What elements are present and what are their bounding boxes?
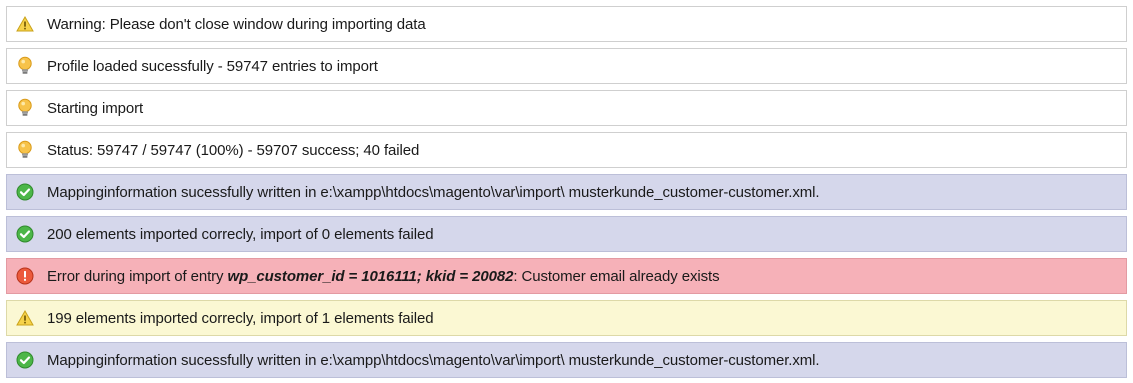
lightbulb-icon bbox=[15, 140, 35, 160]
message-row-notice: Starting import bbox=[6, 90, 1127, 126]
message-row-success: 200 elements imported correcly, import o… bbox=[6, 216, 1127, 252]
message-row-error: Error during import of entry wp_customer… bbox=[6, 258, 1127, 294]
message-suffix: : Customer email already exists bbox=[513, 267, 720, 285]
message-row-success: Mappinginformation sucessfully written i… bbox=[6, 342, 1127, 378]
message-row-warning-notice: Warning: Please don't close window durin… bbox=[6, 6, 1127, 42]
message-text: Starting import bbox=[47, 99, 144, 117]
message-text: Mappinginformation sucessfully written i… bbox=[47, 183, 820, 201]
lightbulb-icon bbox=[15, 56, 35, 76]
message-text: Status: 59747 / 59747 (100%) - 59707 suc… bbox=[47, 141, 420, 159]
message-text: Warning: Please don't close window durin… bbox=[47, 15, 426, 33]
warning-icon bbox=[15, 308, 35, 328]
check-circle-icon bbox=[15, 224, 35, 244]
message-text: Mappinginformation sucessfully written i… bbox=[47, 351, 820, 369]
check-circle-icon bbox=[15, 350, 35, 370]
message-text: 200 elements imported correcly, import o… bbox=[47, 225, 434, 243]
error-circle-icon bbox=[15, 266, 35, 286]
message-row-warning: 199 elements imported correcly, import o… bbox=[6, 300, 1127, 336]
message-prefix: Error during import of entry bbox=[47, 267, 228, 285]
message-text: Error during import of entry wp_customer… bbox=[47, 267, 720, 285]
entry-identifier: wp_customer_id = 1016111; kkid = 20082 bbox=[227, 267, 514, 285]
message-row-notice: Status: 59747 / 59747 (100%) - 59707 suc… bbox=[6, 132, 1127, 168]
import-log: Warning: Please don't close window durin… bbox=[0, 0, 1133, 383]
message-text: 199 elements imported correcly, import o… bbox=[47, 309, 434, 327]
message-row-success: Mappinginformation sucessfully written i… bbox=[6, 174, 1127, 210]
warning-icon bbox=[15, 14, 35, 34]
message-row-notice: Profile loaded sucessfully - 59747 entri… bbox=[6, 48, 1127, 84]
message-text: Profile loaded sucessfully - 59747 entri… bbox=[47, 57, 378, 75]
check-circle-icon bbox=[15, 182, 35, 202]
lightbulb-icon bbox=[15, 98, 35, 118]
